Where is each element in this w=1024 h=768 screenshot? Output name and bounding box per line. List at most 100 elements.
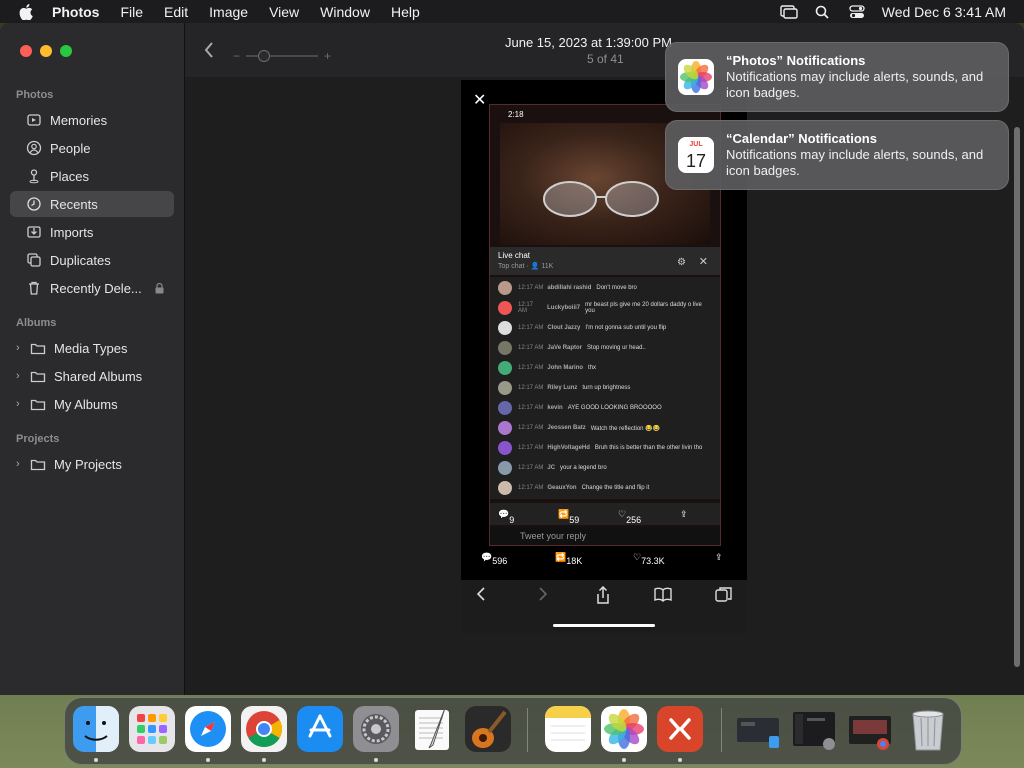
inner-replies-count: 💬 9 [498,509,515,525]
sidebar-item-label: Recently Dele... [50,280,142,296]
folder-icon [30,343,46,355]
close-icon: ✕ [698,256,708,268]
zoom-in-label[interactable]: + [324,49,331,63]
avatar [498,481,512,495]
sidebar-item-my-albums[interactable]: › My Albums [10,391,174,417]
folder-icon [30,371,46,383]
sidebar-item-label: Places [50,168,90,184]
recent-window-icon[interactable] [847,706,893,752]
finder-icon[interactable] [73,706,119,752]
phone-status-time: 2:18 [508,110,524,119]
menu-file[interactable]: File [120,4,143,20]
list-item: 12:17 AM Jeossen Batz Watch the reflection… [498,419,712,437]
apple-menu-icon[interactable] [19,3,33,20]
list-item: 12:17 AM Riley Lunz turn up brightness [498,379,712,397]
notification-body: Notifications may include alerts, sounds… [726,69,984,100]
chevron-right-icon[interactable]: › [16,370,26,382]
recent-window-icon[interactable] [735,706,781,752]
likes-count: ♡ 73.3K [633,552,665,566]
menu-clock[interactable]: Wed Dec 6 3:41 AM [882,4,1006,20]
notes-icon[interactable] [545,706,591,752]
safari-icon[interactable] [185,706,231,752]
sidebar-section-albums: Albums [16,317,57,329]
sidebar-item-shared-albums[interactable]: › Shared Albums [10,363,174,389]
photos-notification[interactable]: “Photos” Notifications Notifications may… [665,42,1009,112]
photos-app-icon [678,59,714,95]
zoom-out-label[interactable]: − [233,49,240,63]
close-window-button[interactable] [20,45,32,57]
zoom-track[interactable] [246,50,319,62]
running-indicator [262,758,266,762]
share-icon: ⇪ [715,552,723,562]
replies-count: 💬 596 [481,552,508,566]
zoom-knob[interactable] [258,50,271,62]
menu-image[interactable]: Image [209,4,248,20]
chrome-icon[interactable] [241,706,287,752]
menu-help[interactable]: Help [391,4,420,20]
minimize-window-button[interactable] [40,45,52,57]
tweet-reply-box: Tweet your reply [490,527,720,545]
sidebar-item-label: People [50,140,91,156]
menu-window[interactable]: Window [320,4,370,20]
avatar [498,361,512,375]
sidebar-item-media-types[interactable]: › Media Types [10,335,174,361]
sidebar-item-recents[interactable]: Recents [10,191,174,217]
sidebar-section-photos: Photos [16,89,54,101]
live-chat-title: Live chat [498,251,531,260]
home-indicator [553,624,655,627]
chevron-right-icon[interactable]: › [16,398,26,410]
dock-separator [527,708,528,752]
running-indicator [622,758,626,762]
sidebar-item-label: Shared Albums [54,368,143,384]
spotlight-search-icon[interactable] [814,5,832,19]
retweets-count: 🔁 18K [555,552,583,566]
tabs-icon [715,587,732,602]
sidebar-item-recently-deleted[interactable]: Recently Dele... [10,275,174,301]
window-controls [20,45,72,57]
menu-edit[interactable]: Edit [164,4,188,20]
sidebar-item-memories[interactable]: Memories [10,107,174,133]
recent-window-icon[interactable] [791,706,837,752]
sidebar-item-label: Duplicates [50,252,111,268]
calendar-notification[interactable]: JUL 17 “Calendar” Notifications Notifica… [665,120,1009,190]
zoom-slider[interactable]: − + [233,49,331,63]
sidebar-item-label: Memories [50,112,108,128]
running-indicator [206,758,210,762]
running-indicator [678,758,682,762]
reply-placeholder: Tweet your reply [520,531,587,541]
garageband-icon[interactable] [465,706,511,752]
sidebar-item-my-projects[interactable]: › My Projects [10,451,174,477]
scrollbar[interactable] [1014,127,1020,667]
back-arrow-icon[interactable] [203,41,215,59]
import-icon [27,226,41,238]
chevron-right-icon[interactable]: › [16,342,26,354]
sidebar-item-people[interactable]: People [10,135,174,161]
control-center-icon[interactable] [848,4,866,19]
dock-separator [721,708,722,752]
clock-icon [27,197,41,211]
system-settings-icon[interactable] [353,706,399,752]
photos-icon[interactable] [601,706,647,752]
sidebar-item-imports[interactable]: Imports [10,219,174,245]
screen-mirroring-icon[interactable] [780,4,798,19]
glasses-reflection [543,181,659,217]
app-store-icon[interactable] [297,706,343,752]
menu-view[interactable]: View [269,4,299,20]
remote-desktop-icon[interactable] [657,706,703,752]
sidebar-item-places[interactable]: Places [10,163,174,189]
inner-likes-count: ♡ 256 [618,509,642,525]
menu-app-name[interactable]: Photos [52,4,99,20]
textedit-icon[interactable] [409,706,455,752]
sidebar-item-label: My Projects [54,456,122,472]
avatar [498,381,512,395]
zoom-window-button[interactable] [60,45,72,57]
avatar [498,281,512,295]
sidebar-item-duplicates[interactable]: Duplicates [10,247,174,273]
trash-icon[interactable] [905,706,951,752]
live-chat-header: Live chat Top chat · 👤 11K ⚙ ✕ [490,247,720,275]
launchpad-icon[interactable] [129,706,175,752]
chevron-right-icon[interactable]: › [16,458,26,470]
sidebar-section-projects: Projects [16,433,60,445]
notification-body: Notifications may include alerts, sounds… [726,147,984,178]
people-icon [26,140,42,156]
